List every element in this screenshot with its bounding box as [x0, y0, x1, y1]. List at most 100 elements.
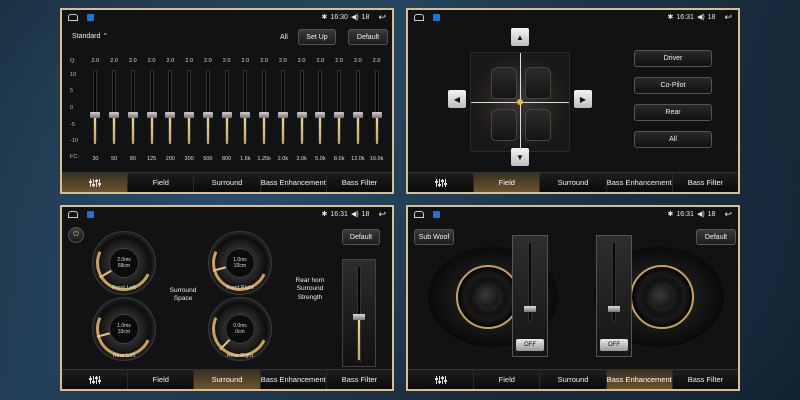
bass-slider-left[interactable]: OFF [512, 235, 548, 357]
tab-surround[interactable]: Surround [540, 370, 607, 389]
all-label[interactable]: All [280, 34, 288, 41]
slider-handle[interactable] [109, 112, 120, 118]
dial-rear-right[interactable]: 0.0ms 0cm [204, 293, 276, 365]
home-icon[interactable] [68, 13, 78, 21]
eq-band[interactable]: 2.0 2.0k [274, 58, 293, 162]
eq-band[interactable]: 2.0 200 [161, 58, 180, 162]
slider-fill [169, 118, 172, 144]
eq-band[interactable]: 2.0 800 [217, 58, 236, 162]
slider-handle[interactable] [524, 306, 536, 312]
surround-strength-slider[interactable] [342, 259, 376, 367]
eq-band[interactable]: 2.0 30 [86, 58, 105, 162]
tab-equalizer[interactable] [62, 370, 129, 389]
tab-field[interactable]: Field [128, 370, 195, 389]
tab-bass-enhancement[interactable]: Bass Enhancement [260, 173, 327, 192]
equalizer-icon [434, 178, 447, 187]
slider-fill [206, 118, 209, 144]
back-icon[interactable]: ↩ [724, 209, 732, 220]
all-button[interactable]: All [634, 131, 712, 148]
off-button[interactable]: OFF [600, 339, 628, 351]
dial-readout: 0.0ms 0cm [225, 314, 255, 344]
status-bar: ✱ 16:31 ◀) 18 ↩ [62, 207, 392, 221]
fc-value: 50 [111, 156, 118, 162]
slider-handle[interactable] [315, 112, 326, 118]
eq-band[interactable]: 2.0 500 [199, 58, 218, 162]
eq-band[interactable]: 2.0 5.0k [311, 58, 330, 162]
tab-equalizer[interactable] [62, 173, 129, 192]
slider-handle[interactable] [184, 112, 195, 118]
tab-bass-filter[interactable]: Bass Filter [672, 370, 738, 389]
q-label: Q: [70, 58, 76, 64]
setup-button[interactable]: Set Up [298, 29, 336, 45]
slider-handle[interactable] [608, 306, 620, 312]
tab-bass-enhancement[interactable]: Bass Enhancement [606, 370, 673, 389]
slider-handle[interactable] [90, 112, 101, 118]
tab-surround[interactable]: Surround [194, 173, 261, 192]
eq-band[interactable]: 2.0 125 [142, 58, 161, 162]
eq-band[interactable]: 2.0 1.25k [255, 58, 274, 162]
slider-handle[interactable] [296, 112, 307, 118]
eq-band[interactable]: 2.0 12.0k [349, 58, 368, 162]
tab-equalizer[interactable] [408, 173, 475, 192]
eq-band[interactable]: 2.0 1.6k [236, 58, 255, 162]
slider-handle[interactable] [352, 112, 363, 118]
preset-dropdown[interactable]: Standard ⌃ [72, 32, 108, 40]
eq-band[interactable]: 2.0 8.0k [330, 58, 349, 162]
dial-rear-left[interactable]: 1.0ms 33cm [88, 293, 160, 365]
arrow-left-button[interactable]: ◀ [448, 90, 466, 108]
eq-band[interactable]: 2.0 3.0k [292, 58, 311, 162]
tab-field[interactable]: Field [474, 370, 541, 389]
arrow-down-button[interactable]: ▼ [511, 148, 529, 166]
tab-surround[interactable]: Surround [194, 370, 261, 389]
arrow-left-icon: ◀ [453, 94, 461, 104]
tab-surround[interactable]: Surround [540, 173, 607, 192]
copilot-button[interactable]: Co-Pilot [634, 77, 712, 94]
eq-band[interactable]: 2.0 300 [180, 58, 199, 162]
volume-icon: ◀) [696, 211, 705, 218]
slider-handle[interactable] [202, 112, 213, 118]
tab-bass-filter[interactable]: Bass Filter [326, 370, 392, 389]
tab-bass-enhancement[interactable]: Bass Enhancement [606, 173, 673, 192]
slider-handle[interactable] [334, 112, 345, 118]
slider-handle[interactable] [127, 112, 138, 118]
default-button[interactable]: Default [696, 229, 736, 245]
slider-handle[interactable] [221, 112, 232, 118]
subwoof-button[interactable]: Sub Woof [414, 229, 454, 245]
slider-handle[interactable] [371, 112, 382, 118]
arrow-right-button[interactable]: ▶ [574, 90, 592, 108]
tab-bass-filter[interactable]: Bass Filter [672, 173, 738, 192]
back-icon[interactable]: ↩ [378, 12, 386, 23]
q-value: 2.0 [166, 58, 175, 64]
slider-handle[interactable] [146, 112, 157, 118]
back-icon[interactable]: ↩ [724, 12, 732, 23]
slider-handle[interactable] [165, 112, 176, 118]
slider-fill [263, 118, 266, 144]
home-icon[interactable] [68, 210, 78, 218]
eq-band[interactable]: 2.0 50 [105, 58, 124, 162]
power-button[interactable]: ⏻ [68, 227, 84, 243]
slider-handle[interactable] [353, 314, 365, 320]
tab-field[interactable]: Field [474, 173, 541, 192]
focus-point[interactable] [517, 99, 523, 105]
tab-equalizer[interactable] [408, 370, 475, 389]
tab-bass-filter[interactable]: Bass Filter [326, 173, 392, 192]
slider-handle[interactable] [259, 112, 270, 118]
slider-handle[interactable] [277, 112, 288, 118]
q-value: 2.0 [335, 58, 343, 64]
default-button[interactable]: Default [348, 29, 388, 45]
off-button[interactable]: OFF [516, 339, 544, 351]
rear-button[interactable]: Rear [634, 104, 712, 121]
tab-field[interactable]: Field [128, 173, 195, 192]
slider-handle[interactable] [240, 112, 251, 118]
default-button[interactable]: Default [342, 229, 380, 245]
home-icon[interactable] [414, 13, 424, 21]
eq-band[interactable]: 2.0 80 [124, 58, 143, 162]
eq-band[interactable]: 2.0 16.0k [367, 58, 386, 162]
bass-slider-right[interactable]: OFF [596, 235, 632, 357]
back-icon[interactable]: ↩ [378, 209, 386, 220]
arrow-up-button[interactable]: ▲ [511, 28, 529, 46]
tab-bass-enhancement[interactable]: Bass Enhancement [260, 370, 327, 389]
driver-button[interactable]: Driver [634, 50, 712, 67]
sound-field-map[interactable] [470, 52, 570, 152]
home-icon[interactable] [414, 210, 424, 218]
